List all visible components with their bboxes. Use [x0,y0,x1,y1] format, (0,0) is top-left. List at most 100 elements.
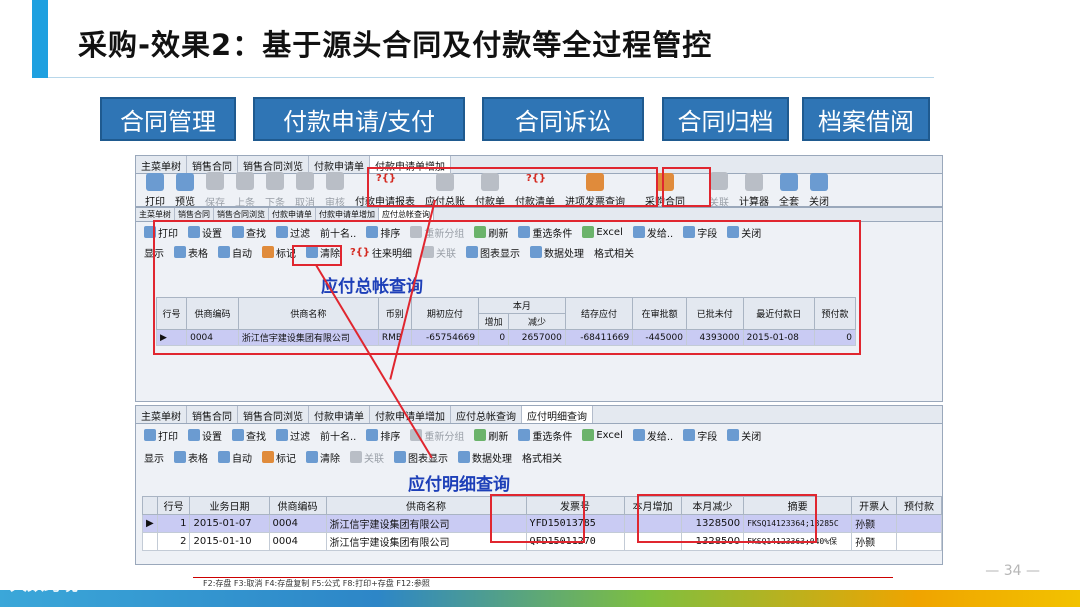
display-menu[interactable]: 显示 [140,450,168,465]
tab-sales-contract[interactable]: 销售合同 [187,156,238,173]
tab-menu-tree[interactable]: 主菜单树 [136,208,175,221]
table-row[interactable]: 2 2015-01-10 0004 浙江信宇建设集团有限公司 QFD150112… [142,532,942,551]
clear-button[interactable]: 清除 [302,245,344,260]
auto-button[interactable]: 自动 [214,450,256,465]
format-menu[interactable]: 格式相关 [518,450,566,465]
col-decrease[interactable]: 减少 [508,313,566,330]
tab-sales-contract-browse[interactable]: 销售合同浏览 [238,156,309,173]
cancel-button[interactable]: 取消 [290,171,320,206]
refresh-button[interactable]: 刷新 [470,225,512,240]
col-ending[interactable]: 结存应付 [564,297,634,330]
settings-button[interactable]: 设置 [184,428,226,443]
col-this-month[interactable]: 本月 [478,297,566,314]
col-invoice-no[interactable]: 发票号 [525,496,625,515]
purchase-contract-button[interactable]: 采购合同 [640,172,690,206]
tab-menu-tree[interactable]: 主菜单树 [136,406,187,423]
settings-button[interactable]: 设置 [184,225,226,240]
tab-payment-apply[interactable]: 付款申请单 [309,156,370,173]
prev-record-button[interactable]: 上条 [230,171,260,206]
chart-display-button[interactable]: 图表显示 [390,450,452,465]
col-increase[interactable]: 增加 [478,313,510,330]
next-record-button[interactable]: 下条 [260,171,290,206]
auto-button[interactable]: 自动 [214,245,256,260]
col-opening[interactable]: 期初应付 [410,297,480,330]
col-vendor-name[interactable]: 供商名称 [237,297,379,330]
tab-sales-contract-browse[interactable]: 销售合同浏览 [214,208,269,221]
sort-button[interactable]: 排序 [362,225,404,240]
select-all-button[interactable]: 全套 [774,172,804,206]
audit-button[interactable]: 审核 [320,171,350,206]
tab-sales-contract[interactable]: 销售合同 [187,406,238,423]
top-ten-button[interactable]: 前十名.. [316,428,360,443]
filter-button[interactable]: 过滤 [272,225,314,240]
preview-button[interactable]: 预览 [170,172,200,206]
tab-sales-contract[interactable]: 销售合同 [175,208,214,221]
col-last-pay-date[interactable]: 最近付款日 [742,297,815,330]
mark-button[interactable]: 标记 [258,245,300,260]
col-month-inc[interactable]: 本月增加 [623,496,682,515]
data-processing-button[interactable]: 数据处理 [454,450,516,465]
print-button[interactable]: 打印 [140,225,182,240]
table-row[interactable]: ▶ 1 2015-01-07 0004 浙江信宇建设集团有限公司 YFD1501… [142,514,942,533]
related-button[interactable]: 关联 [704,171,734,206]
regroup-button[interactable]: 重新分组 [406,225,468,240]
reselect-button[interactable]: 重选条件 [514,225,576,240]
col-in-approval[interactable]: 在审批额 [632,297,687,330]
save-button[interactable]: 保存 [200,171,230,206]
close-button[interactable]: 关闭 [723,428,765,443]
data-processing-button[interactable]: 数据处理 [526,245,588,260]
tab-sales-contract-browse[interactable]: 销售合同浏览 [238,406,309,423]
send-button[interactable]: 发给.. [629,428,677,443]
top-ten-button[interactable]: 前十名.. [316,225,360,240]
tab-payment-apply[interactable]: 付款申请单 [309,406,370,423]
tab-payable-detail[interactable]: 应付明细查询 [522,406,593,423]
chart-display-button[interactable]: 图表显示 [462,245,524,260]
filter-button[interactable]: 过滤 [272,428,314,443]
find-button[interactable]: 查找 [228,428,270,443]
col-approved-unpaid[interactable]: 已批未付 [685,297,744,330]
tab-menu-tree[interactable]: 主菜单树 [136,156,187,173]
col-row-no[interactable]: 行号 [155,297,188,330]
table-row[interactable]: ▶ 0004 浙江信宇建设集团有限公司 RMB -65754669 0 2657… [155,329,857,346]
close-button[interactable]: 关闭 [723,225,765,240]
col-vendor-code[interactable]: 供商编码 [186,297,239,330]
excel-button[interactable]: Excel [578,226,627,238]
col-summary[interactable]: 摘要 [743,496,853,515]
find-button[interactable]: 查找 [228,225,270,240]
pay-bill-button[interactable]: 付款单 [470,172,510,206]
tab-payment-apply-add[interactable]: 付款申请单增加 [316,208,379,221]
format-menu[interactable]: 格式相关 [590,245,638,260]
tab-payment-apply-add[interactable]: 付款申请单增加 [370,156,451,173]
col-prepaid[interactable]: 预付款 [896,496,942,515]
field-button[interactable]: 字段 [679,225,721,240]
clear-button[interactable]: 清除 [302,450,344,465]
category-payment-apply[interactable]: 付款申请/支付 [253,97,465,141]
close-button[interactable]: 关闭 [804,172,834,206]
col-prepaid[interactable]: 预付款 [813,297,857,330]
category-contract-litigation[interactable]: 合同诉讼 [482,97,644,141]
pay-apply-report-button[interactable]: ?{} 付款申请报表 [350,173,420,207]
reselect-button[interactable]: 重选条件 [514,428,576,443]
display-menu[interactable]: 显示 [140,245,168,260]
col-biz-date[interactable]: 业务日期 [189,496,270,515]
input-invoice-query-button[interactable]: 进项发票查询 [560,172,630,206]
refresh-button[interactable]: 刷新 [470,428,512,443]
print-button[interactable]: 打印 [140,172,170,206]
pay-ledger-button[interactable]: 应付总账 [420,172,470,206]
col-month-dec[interactable]: 本月减少 [680,496,745,515]
sort-button[interactable]: 排序 [362,428,404,443]
mark-button[interactable]: 标记 [258,450,300,465]
category-archive-borrow[interactable]: 档案借阅 [802,97,930,141]
col-row-no[interactable]: 行号 [156,496,191,515]
transaction-detail-button[interactable]: ?{} 往来明细 [346,245,416,260]
category-contract-archive[interactable]: 合同归档 [662,97,789,141]
calculator-button[interactable]: 计算器 [734,172,774,206]
tab-payable-ledger[interactable]: 应付总帐查询 [379,208,434,221]
category-contract-management[interactable]: 合同管理 [100,97,236,141]
excel-button[interactable]: Excel [578,429,627,441]
send-button[interactable]: 发给.. [629,225,677,240]
col-vendor-code[interactable]: 供商编码 [268,496,327,515]
table-button[interactable]: 表格 [170,245,212,260]
col-issuer[interactable]: 开票人 [851,496,898,515]
related-button[interactable]: 关联 [346,450,388,465]
